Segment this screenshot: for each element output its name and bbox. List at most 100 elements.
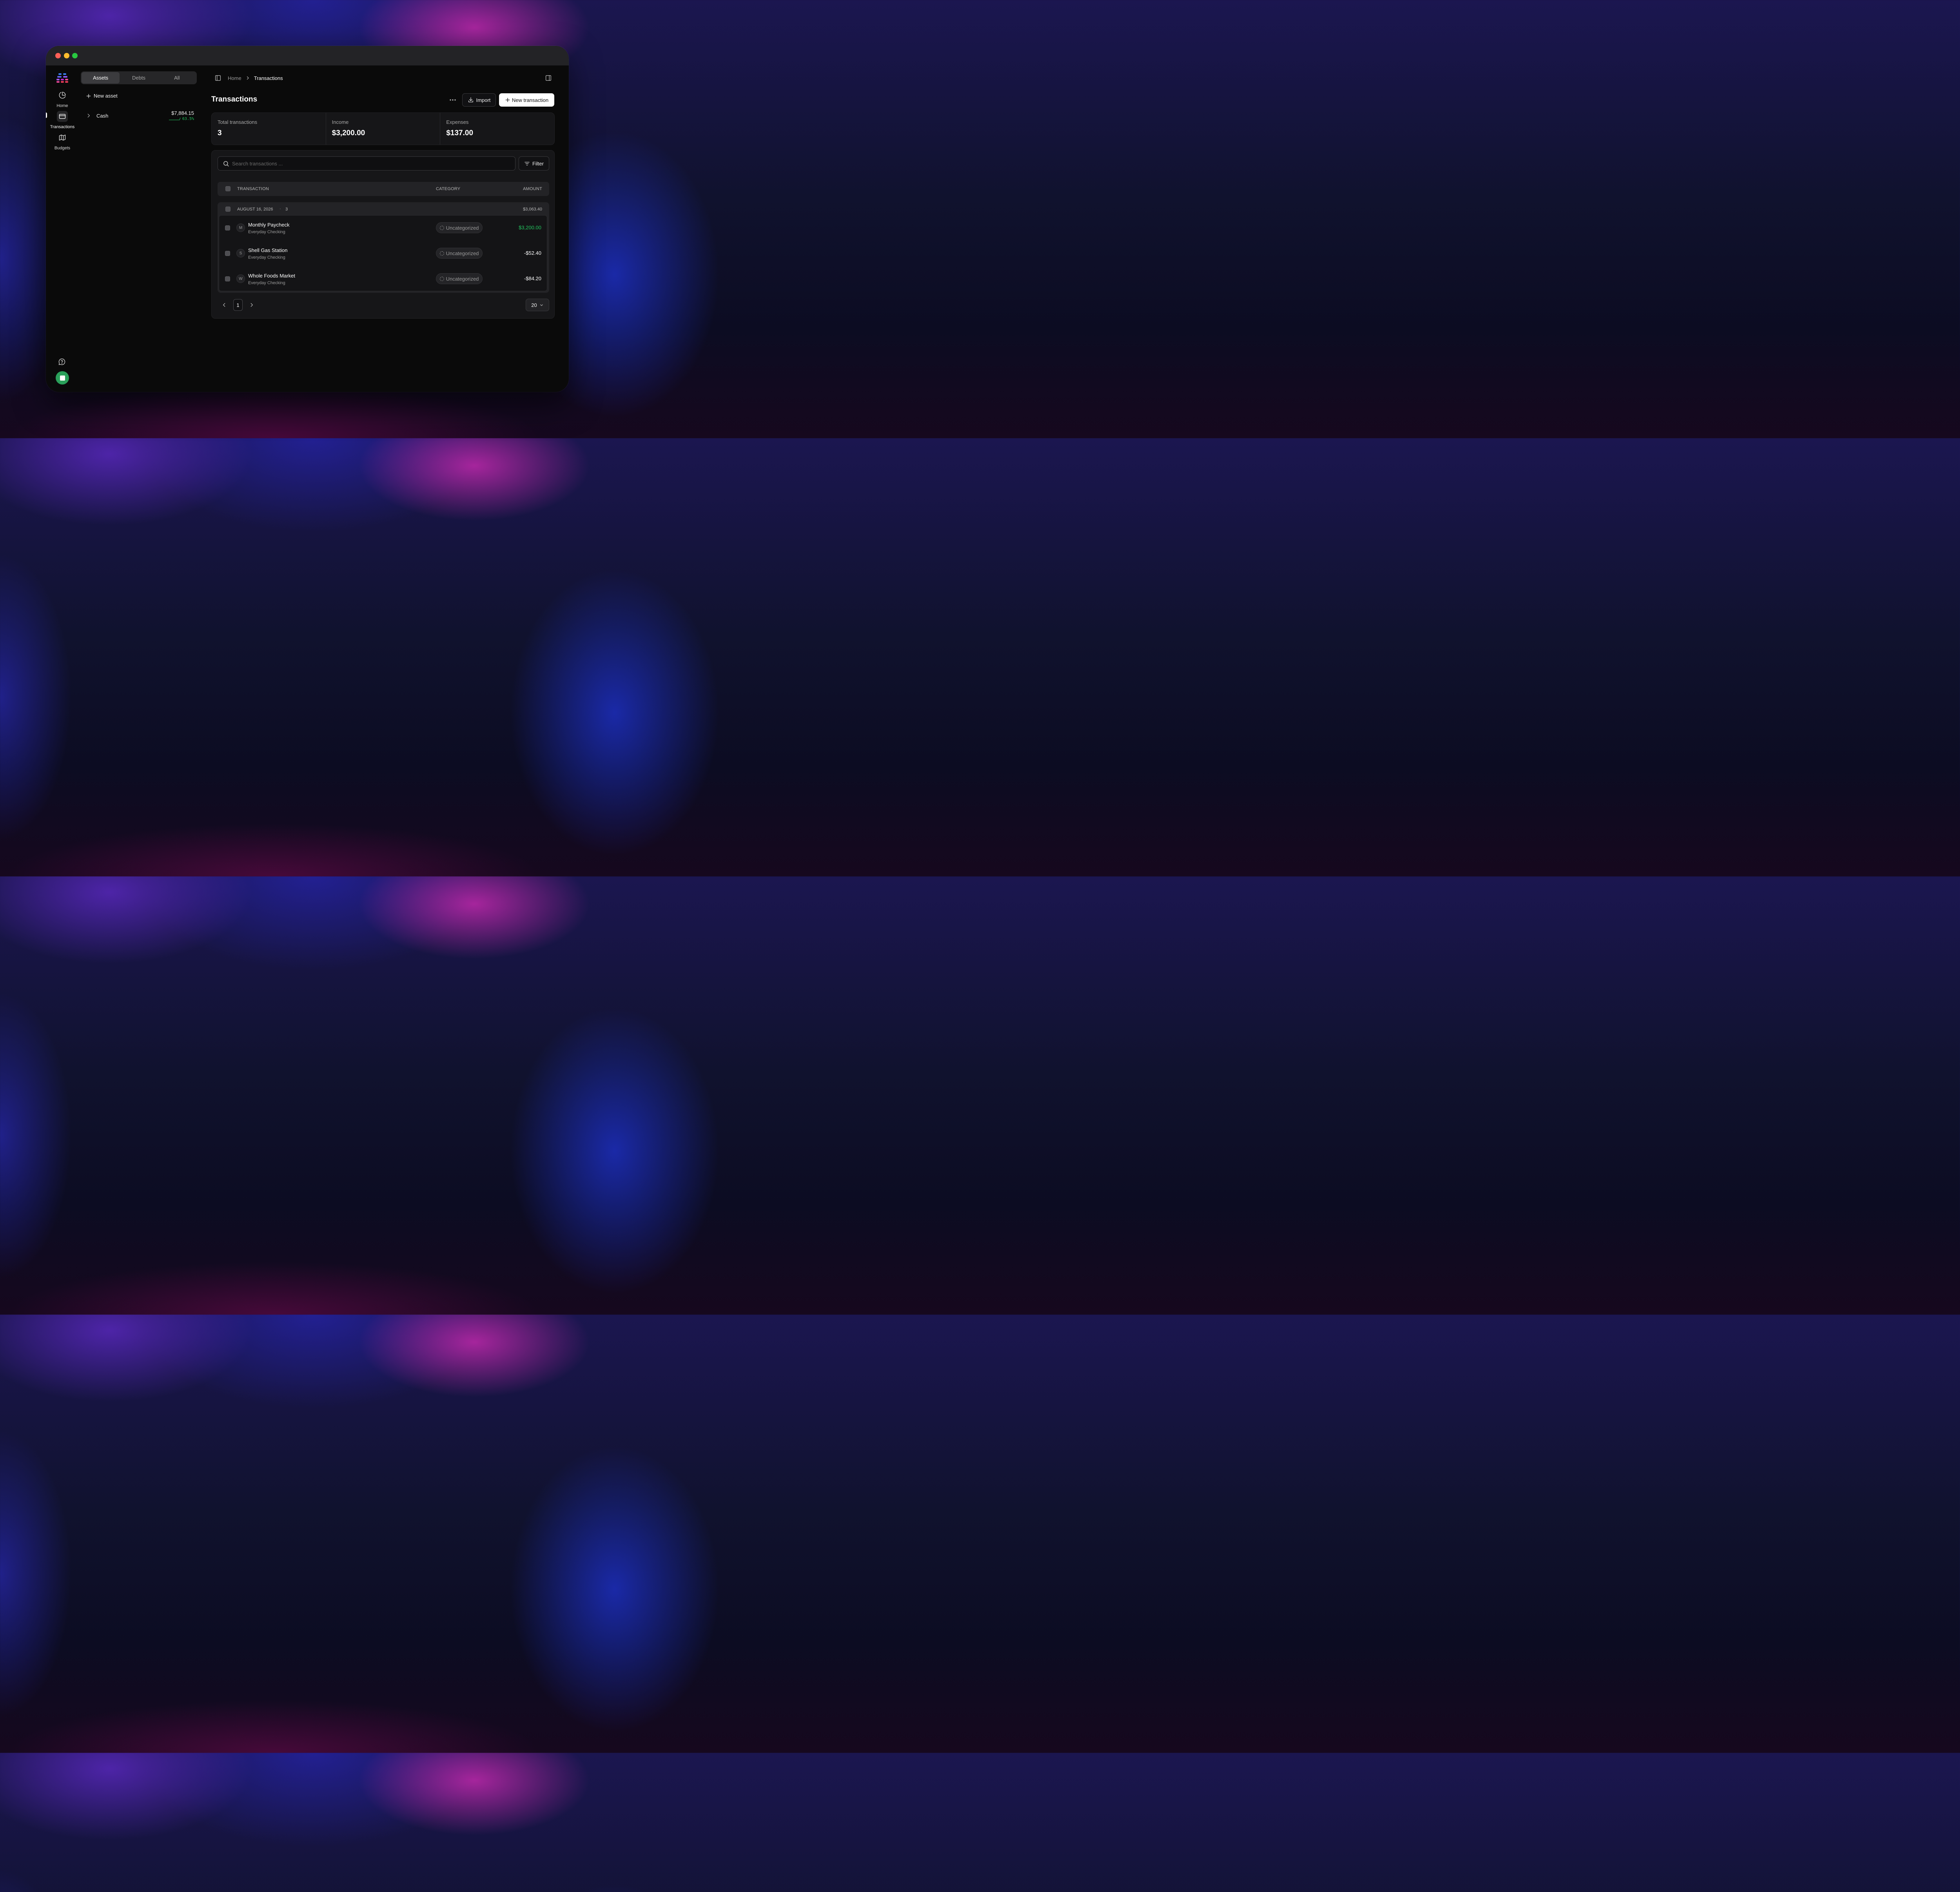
assets-panel: Assets Debts All New asset Cash $7,884.1… (79, 65, 200, 392)
nav-budgets[interactable]: Budgets (46, 132, 79, 151)
group-separator: · (279, 207, 281, 211)
app-logo-icon[interactable] (56, 73, 68, 83)
transaction-amount: $3,200.00 (519, 225, 541, 230)
row-checkbox[interactable] (225, 251, 230, 256)
stat-expenses: Expenses $137.00 (440, 113, 554, 145)
transactions-table-card: Filter TRANSACTION CATEGORY AMOUNT AUGUS… (211, 150, 555, 319)
summary-stats: Total transactions 3 Income $3,200.00 Ex… (211, 112, 555, 145)
page-title: Transactions (211, 95, 258, 103)
transaction-account: Everyday Checking (248, 255, 285, 260)
map-icon (57, 132, 68, 143)
credit-card-icon (57, 111, 68, 122)
page-number-button[interactable]: 1 (233, 299, 243, 311)
column-category[interactable]: CATEGORY (436, 187, 460, 191)
account-change: 63.5% (182, 117, 194, 121)
breadcrumb-home[interactable]: Home (228, 75, 241, 81)
help-chat-icon[interactable] (58, 358, 67, 366)
transaction-amount: -$52.40 (524, 250, 541, 256)
transaction-name: Monthly Paycheck (248, 222, 290, 228)
stat-value: $137.00 (446, 129, 474, 137)
transaction-name: Whole Foods Market (248, 273, 295, 279)
table-header: TRANSACTION CATEGORY AMOUNT (218, 182, 549, 196)
search-input[interactable] (232, 157, 506, 170)
right-panel-toggle-icon[interactable] (545, 74, 552, 82)
chevron-right-icon[interactable] (249, 302, 254, 308)
plus-icon (505, 98, 510, 102)
new-asset-button[interactable]: New asset (86, 93, 118, 99)
minimize-window-button[interactable] (64, 53, 69, 58)
group-select-checkbox[interactable] (225, 207, 230, 212)
filter-icon (524, 161, 530, 165)
nav-transactions-label: Transactions (50, 125, 75, 129)
new-transaction-label: New transaction (512, 97, 549, 103)
user-avatar[interactable] (56, 371, 69, 385)
import-button[interactable]: Import (462, 93, 496, 107)
category-pill[interactable]: Uncategorized (436, 222, 483, 233)
table-row[interactable]: S Shell Gas Station Everyday Checking Un… (219, 241, 547, 266)
nav-transactions[interactable]: Transactions (46, 111, 79, 129)
stat-label: Income (332, 119, 349, 125)
table-row[interactable]: W Whole Foods Market Everyday Checking U… (219, 267, 547, 292)
stat-value: 3 (218, 129, 222, 137)
category-label: Uncategorized (446, 276, 479, 282)
date-group: AUGUST 16, 2026 · 3 $3,063.40 M Monthly … (218, 202, 549, 293)
nav-budgets-label: Budgets (54, 146, 71, 151)
tab-all[interactable]: All (158, 72, 196, 83)
square-icon (60, 375, 65, 381)
ellipsis-icon (450, 99, 456, 101)
new-asset-label: New asset (94, 93, 118, 99)
tab-debts[interactable]: Debts (120, 72, 158, 83)
new-transaction-button[interactable]: New transaction (499, 93, 554, 107)
nav-rail: Home Transactions Budgets (46, 65, 79, 392)
category-pill[interactable]: Uncategorized (436, 273, 483, 284)
pie-chart-icon (57, 90, 68, 101)
dashed-circle-icon (439, 276, 444, 281)
sidebar-toggle-icon[interactable] (214, 74, 221, 82)
title-bar (46, 46, 569, 65)
column-amount[interactable]: AMOUNT (523, 187, 542, 191)
breadcrumb-current: Transactions (254, 75, 283, 81)
table-row[interactable]: M Monthly Paycheck Everyday Checking Unc… (219, 216, 547, 241)
close-window-button[interactable] (55, 53, 61, 58)
group-rows: M Monthly Paycheck Everyday Checking Unc… (219, 215, 547, 291)
filter-label: Filter (532, 160, 544, 167)
search-icon (223, 161, 229, 167)
transaction-account: Everyday Checking (248, 230, 285, 234)
download-icon (468, 97, 473, 102)
column-transaction[interactable]: TRANSACTION (237, 187, 269, 191)
category-pill[interactable]: Uncategorized (436, 248, 483, 259)
transaction-amount: -$84.20 (524, 276, 541, 281)
row-checkbox[interactable] (225, 276, 230, 281)
chevron-left-icon[interactable] (221, 302, 227, 308)
per-page-select[interactable]: 20 (526, 299, 549, 311)
search-box (218, 156, 515, 171)
sparkline-icon (169, 117, 181, 120)
account-row-cash[interactable]: Cash $7,884.15 63.5% (86, 109, 195, 123)
plus-icon (86, 94, 91, 98)
nav-home-label: Home (56, 103, 68, 108)
category-label: Uncategorized (446, 250, 479, 256)
asset-type-tabs: Assets Debts All (81, 71, 197, 84)
select-all-checkbox[interactable] (225, 186, 230, 191)
breadcrumb: Home Transactions (214, 74, 283, 82)
transaction-account: Everyday Checking (248, 281, 285, 285)
filter-button[interactable]: Filter (519, 156, 549, 171)
nav-home[interactable]: Home (46, 90, 79, 108)
account-name: Cash (96, 113, 109, 119)
stat-label: Total transactions (218, 119, 258, 125)
main-content: Home Transactions Transactions Import Ne… (200, 65, 569, 392)
more-options-button[interactable] (447, 95, 458, 105)
merchant-initial: W (236, 274, 245, 283)
stat-label: Expenses (446, 119, 469, 125)
row-checkbox[interactable] (225, 225, 230, 230)
chevron-right-icon[interactable] (86, 113, 91, 118)
maximize-window-button[interactable] (72, 53, 78, 58)
account-value: $7,884.15 (171, 110, 194, 116)
group-count: 3 (285, 207, 288, 212)
import-label: Import (476, 97, 491, 103)
transaction-name: Shell Gas Station (248, 247, 288, 253)
stat-value: $3,200.00 (332, 129, 365, 137)
chevron-right-icon (247, 76, 249, 80)
tab-assets[interactable]: Assets (82, 72, 120, 83)
dashed-circle-icon (439, 251, 444, 256)
